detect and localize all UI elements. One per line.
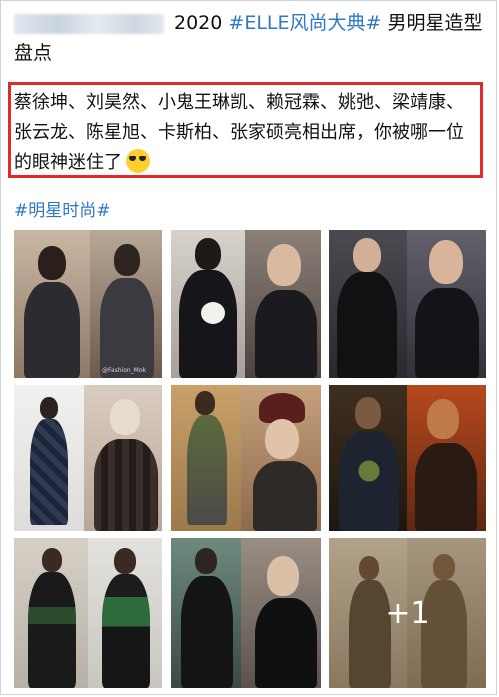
person-body xyxy=(415,443,477,531)
person-head xyxy=(114,244,140,276)
person-head xyxy=(429,240,463,284)
photo-1[interactable]: @Fashion_Mok xyxy=(14,230,162,378)
person-head xyxy=(267,556,299,596)
person-body xyxy=(255,598,317,688)
person-body xyxy=(24,282,80,378)
white-flower xyxy=(201,302,225,324)
photo-4[interactable] xyxy=(14,385,162,531)
photo-9-more[interactable]: +1 xyxy=(329,538,486,688)
person-head xyxy=(42,548,62,572)
person-head xyxy=(110,399,140,435)
person-head xyxy=(427,399,459,439)
person-body xyxy=(102,574,150,688)
photo-8[interactable] xyxy=(171,538,321,688)
photo-7[interactable] xyxy=(14,538,162,688)
person-body xyxy=(253,461,317,531)
sunglasses-emoji-icon xyxy=(126,149,150,173)
photo-3[interactable] xyxy=(329,230,486,378)
person-head xyxy=(40,397,58,419)
hashtag-link[interactable]: #明星时尚# xyxy=(14,196,111,221)
person-body xyxy=(415,288,479,378)
post-title-line2: 盘点 xyxy=(14,42,53,64)
person-body xyxy=(337,272,397,378)
post-year: 2020 xyxy=(174,12,223,34)
more-count: +1 xyxy=(385,595,430,631)
blurred-username[interactable] xyxy=(14,13,164,34)
person-body xyxy=(255,290,317,378)
photo-5[interactable] xyxy=(171,385,321,531)
person-head xyxy=(195,391,215,415)
person-body xyxy=(100,278,154,378)
person-head xyxy=(355,397,381,429)
photo-2[interactable] xyxy=(171,230,321,378)
post-title: 男明星造型 xyxy=(381,12,483,34)
person-body xyxy=(187,415,227,525)
person-body xyxy=(30,419,68,525)
person-head xyxy=(38,246,66,280)
person-body xyxy=(94,439,158,531)
person-head xyxy=(195,238,221,270)
person-body xyxy=(181,576,233,688)
person-body xyxy=(339,431,399,531)
post-body-text: 蔡徐坤、刘昊然、小鬼王琳凯、赖冠霖、姚弛、梁靖康、张云龙、陈星旭、卡斯柏、张家硕… xyxy=(14,92,464,173)
photo-6[interactable] xyxy=(329,385,486,531)
watermark: @Fashion_Mok xyxy=(102,367,146,374)
person-head xyxy=(267,244,301,286)
person-head xyxy=(114,548,136,574)
person-head xyxy=(195,548,217,574)
person-head xyxy=(265,419,299,459)
person-body xyxy=(28,572,76,688)
post-body: 蔡徐坤、刘昊然、小鬼王琳凯、赖冠霖、姚弛、梁靖康、张云龙、陈星旭、卡斯柏、张家硕… xyxy=(14,88,478,178)
post-header: 2020 #ELLE风尚大典# 男明星造型 盘点 xyxy=(14,8,484,68)
topic-tag-link[interactable]: #ELLE风尚大典# xyxy=(228,12,381,34)
more-images-overlay[interactable]: +1 xyxy=(329,538,486,688)
person-body xyxy=(179,270,237,378)
person-head xyxy=(353,238,381,272)
